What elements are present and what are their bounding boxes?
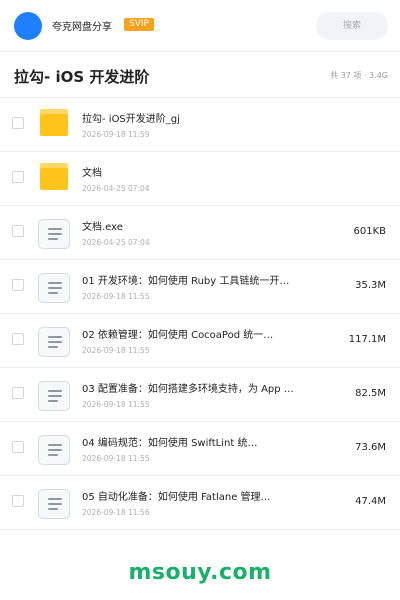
file-list: 拉勾- iOS开发进阶_gj 2026-09-18 11:59 文档 2026-04-… [0, 98, 400, 530]
list-item[interactable]: 文档.exe 2026-04-25 07:04 601KB [0, 206, 400, 260]
select-checkbox[interactable] [12, 387, 24, 399]
item-name[interactable]: 03 配置准备：如何搭建多环境支持，为 App … [82, 380, 312, 395]
item-size: 47.4M [355, 496, 386, 507]
document-icon [37, 487, 71, 519]
item-name[interactable]: 拉勾- iOS开发进阶_gj [82, 110, 312, 125]
select-checkbox[interactable] [12, 171, 24, 183]
item-name[interactable]: 02 依赖管理：如何使用 CocoaPod 统一… [82, 326, 312, 341]
svip-badge: SVIP [124, 18, 154, 31]
item-name[interactable]: 05 自动化准备：如何使用 Fatlane 管理… [82, 488, 312, 503]
top-bar: 夸克网盘分享 SVIP 搜索 [0, 0, 400, 52]
item-date: 2026-04-25 07:04 [82, 184, 150, 193]
select-checkbox[interactable] [12, 225, 24, 237]
document-icon [37, 433, 71, 465]
watermark-text: msouy.com [128, 560, 272, 585]
folder-header: 拉勾- iOS 开发进阶 共 37 项 · 3.4G [0, 52, 400, 98]
list-item[interactable]: 拉勾- iOS开发进阶_gj 2026-09-18 11:59 [0, 98, 400, 152]
item-name[interactable]: 01 开发环境：如何使用 Ruby 工具链统一开… [82, 272, 312, 287]
item-size: 73.6M [355, 442, 386, 453]
page-title: 拉勾- iOS 开发进阶 [14, 68, 150, 86]
item-date: 2026-09-18 11:56 [82, 508, 150, 517]
item-date: 2026-09-18 11:55 [82, 400, 150, 409]
share-owner-name: 夸克网盘分享 [52, 22, 112, 33]
select-checkbox[interactable] [12, 117, 24, 129]
item-date: 2026-09-18 11:55 [82, 454, 150, 463]
document-icon [37, 217, 71, 249]
item-name[interactable]: 文档.exe [82, 218, 312, 233]
list-item[interactable]: 05 自动化准备：如何使用 Fatlane 管理… 2026-09-18 11:5… [0, 476, 400, 530]
list-item[interactable]: 04 编码规范：如何使用 SwiftLint 统… 2026-09-18 11:5… [0, 422, 400, 476]
item-size: 117.1M [348, 334, 386, 345]
item-date: 2026-04-25 07:04 [82, 238, 150, 247]
item-date: 2026-09-18 11:59 [82, 130, 150, 139]
item-date: 2026-09-18 11:55 [82, 292, 150, 301]
list-item[interactable]: 02 依赖管理：如何使用 CocoaPod 统一… 2026-09-18 11:5… [0, 314, 400, 368]
folder-icon [37, 163, 71, 195]
select-checkbox[interactable] [12, 441, 24, 453]
document-icon [37, 271, 71, 303]
document-icon [37, 325, 71, 357]
list-item[interactable]: 03 配置准备：如何搭建多环境支持，为 App … 2026-09-18 11:5… [0, 368, 400, 422]
item-name[interactable]: 文档 [82, 164, 312, 179]
list-item[interactable]: 文档 2026-04-25 07:04 [0, 152, 400, 206]
item-summary: 共 37 项 · 3.4G [330, 71, 388, 80]
document-icon [37, 379, 71, 411]
select-checkbox[interactable] [12, 333, 24, 345]
list-item[interactable]: 01 开发环境：如何使用 Ruby 工具链统一开… 2026-09-18 11:5… [0, 260, 400, 314]
item-size: 82.5M [355, 388, 386, 399]
item-name[interactable]: 04 编码规范：如何使用 SwiftLint 统… [82, 434, 312, 449]
item-date: 2026-09-18 11:55 [82, 346, 150, 355]
folder-icon [37, 109, 71, 141]
select-checkbox[interactable] [12, 495, 24, 507]
select-checkbox[interactable] [12, 279, 24, 291]
search-input[interactable]: 搜索 [316, 12, 388, 40]
avatar[interactable] [14, 12, 42, 40]
item-size: 601KB [353, 226, 386, 237]
item-size: 35.3M [355, 280, 386, 291]
